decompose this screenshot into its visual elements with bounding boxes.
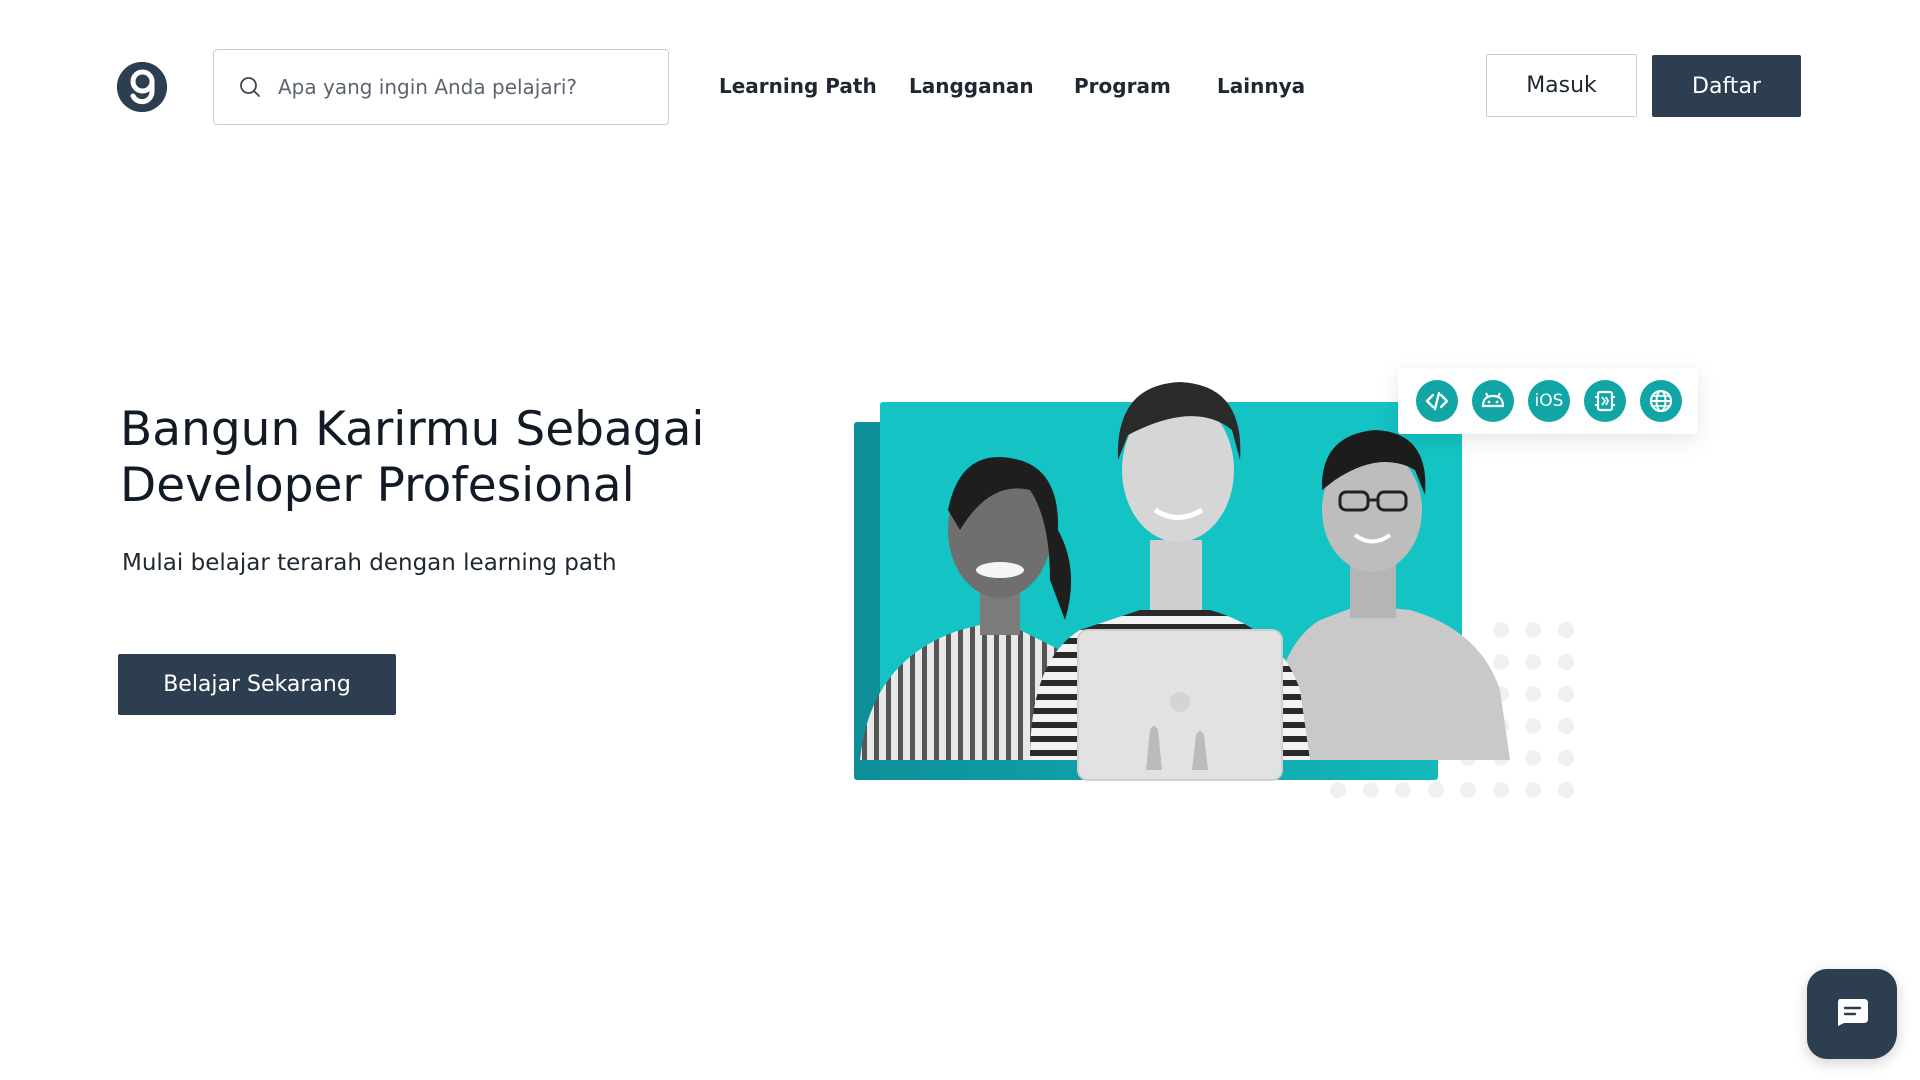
- nav-learning-path[interactable]: Learning Path: [719, 74, 877, 98]
- code-icon: [1416, 380, 1458, 422]
- landing-page: Learning Path Langganan Program Lainnya …: [0, 0, 1920, 1080]
- chat-icon: [1834, 997, 1870, 1031]
- search-icon: [238, 75, 262, 99]
- hero-illustration: iOS: [850, 330, 1698, 810]
- tech-icons-bar: iOS: [1398, 368, 1698, 434]
- ios-icon: iOS: [1528, 380, 1570, 422]
- chat-button[interactable]: [1807, 969, 1897, 1059]
- register-button[interactable]: Daftar: [1652, 55, 1801, 117]
- hero-title-line-1: Bangun Karirmu Sebagai: [120, 402, 705, 457]
- hero-subtitle: Mulai belajar terarah dengan learning pa…: [122, 550, 617, 576]
- nav-lainnya[interactable]: Lainnya: [1217, 74, 1305, 98]
- start-learning-button[interactable]: Belajar Sekarang: [118, 654, 396, 715]
- chip-icon: [1584, 380, 1626, 422]
- globe-icon: [1640, 380, 1682, 422]
- search-input[interactable]: [276, 74, 650, 100]
- android-icon: [1472, 380, 1514, 422]
- login-button[interactable]: Masuk: [1486, 54, 1637, 117]
- nav-langganan[interactable]: Langganan: [909, 74, 1034, 98]
- nav-program[interactable]: Program: [1074, 74, 1171, 98]
- search-box[interactable]: [213, 49, 669, 125]
- hero-title-line-2: Developer Profesional: [120, 458, 635, 513]
- dicoding-logo-icon[interactable]: [117, 62, 167, 112]
- hero-title: Bangun Karirmu Sebagai Developer Profesi…: [120, 402, 760, 514]
